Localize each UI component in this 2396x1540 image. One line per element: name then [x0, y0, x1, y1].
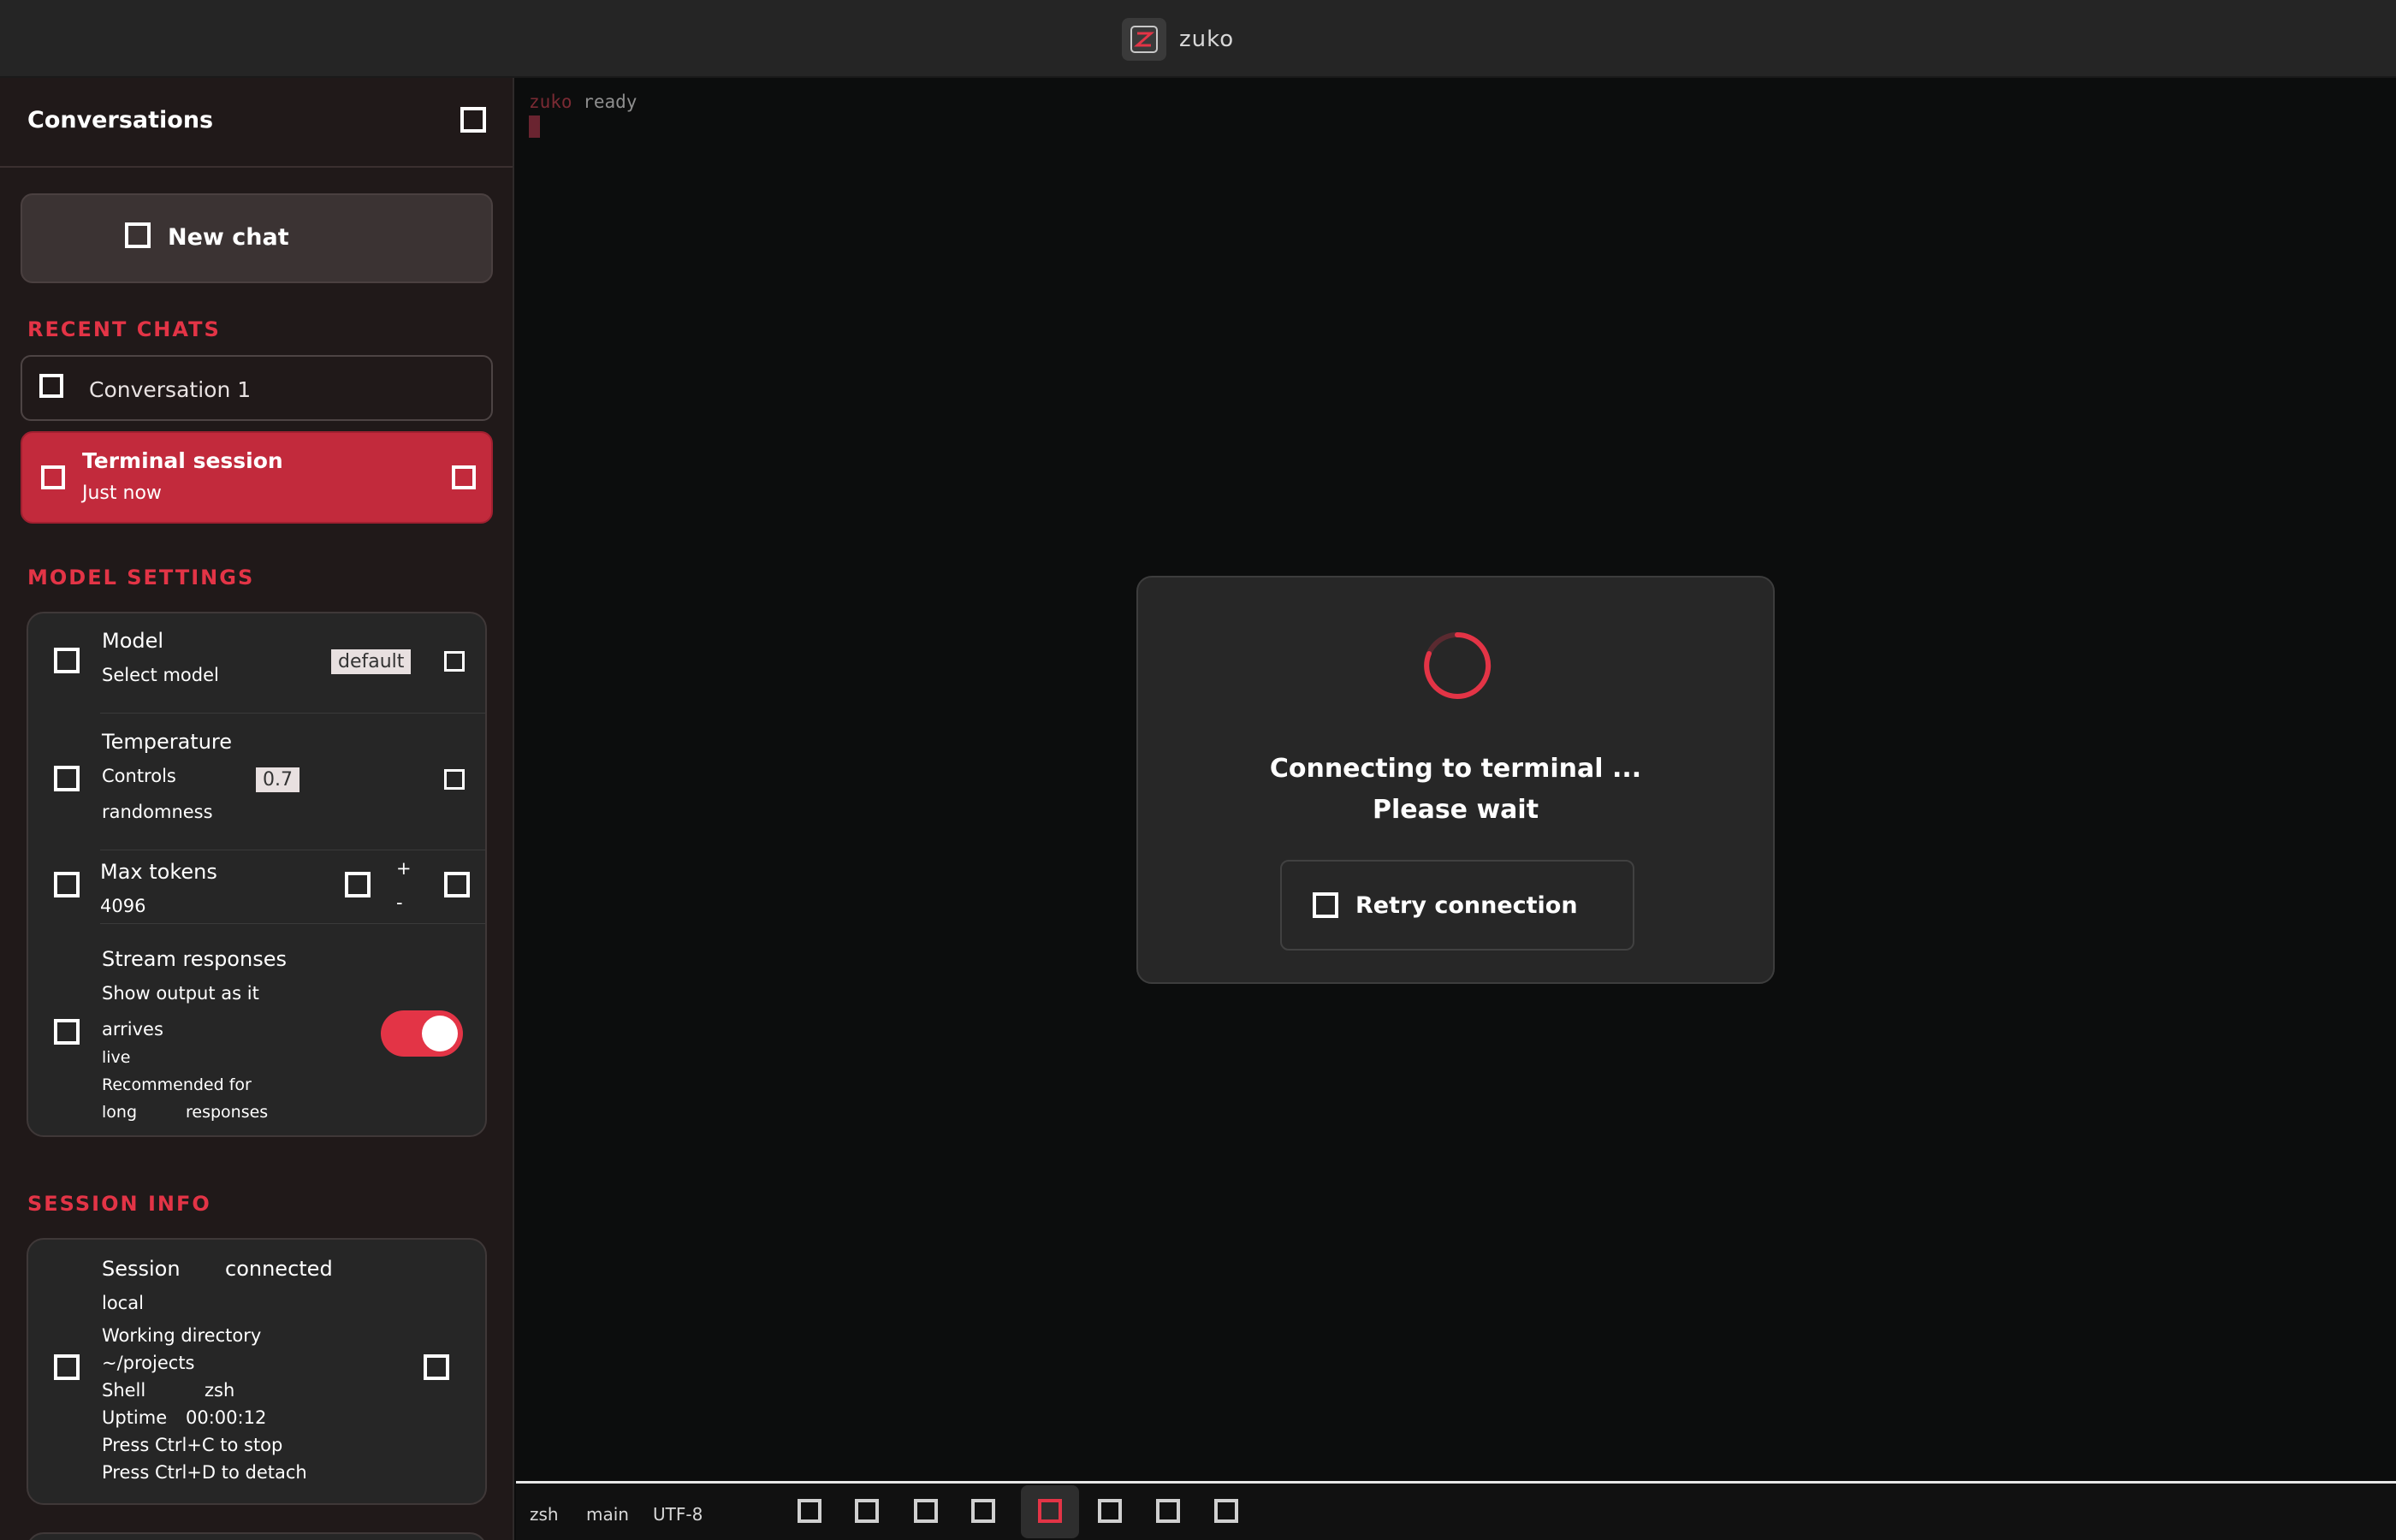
- modal-message-text: Connecting to terminal: [1269, 754, 1604, 784]
- conversation-title: Terminal session: [82, 448, 283, 473]
- plus-icon: [125, 222, 151, 248]
- copy-icon[interactable]: [424, 1354, 449, 1380]
- status-bar: zsh main UTF-8: [516, 1481, 2396, 1540]
- model-label: Model: [102, 629, 164, 653]
- model-description: Select model: [102, 665, 219, 685]
- stream-desc-1: Show output as it: [102, 983, 259, 1004]
- session-line: zsh: [205, 1380, 235, 1401]
- max-tokens-label: Max tokens: [100, 860, 217, 884]
- terminal-icon: [41, 465, 65, 489]
- terminal-cursor: [529, 116, 540, 138]
- stream-desc-3: live: [102, 1048, 131, 1067]
- session-line: local: [102, 1293, 144, 1313]
- stream-desc-2: arrives: [102, 1019, 163, 1040]
- temperature-input[interactable]: 0.7: [256, 767, 300, 792]
- plus-icon[interactable]: [444, 872, 470, 897]
- more-panel: [27, 1532, 487, 1540]
- collapse-icon[interactable]: [460, 107, 486, 133]
- app-title: zuko: [1179, 27, 1235, 52]
- max-tokens-value: 4096: [100, 896, 146, 916]
- info-icon[interactable]: [1214, 1499, 1238, 1523]
- split-icon[interactable]: [798, 1499, 821, 1523]
- session-panel: Session connected local Working director…: [27, 1238, 487, 1505]
- stream-toggle[interactable]: [381, 1010, 463, 1057]
- title-bar: zuko: [0, 0, 2396, 78]
- recent-section-label: RECENT CHATS: [27, 317, 221, 341]
- stream-desc-6: responses: [186, 1103, 269, 1122]
- session-section-label: SESSION INFO: [27, 1192, 211, 1216]
- search-icon[interactable]: [971, 1499, 995, 1523]
- status-encoding: UTF-8: [653, 1504, 703, 1525]
- session-line: Shell: [102, 1380, 146, 1401]
- new-chat-button[interactable]: New chat: [21, 193, 493, 283]
- tokens-icon: [54, 872, 80, 897]
- conversation-subtitle: Just now: [82, 483, 162, 504]
- settings-panel: Model Select model default Temperature C…: [27, 612, 487, 1137]
- minus-icon[interactable]: [345, 872, 371, 897]
- toggle-knob: [422, 1016, 458, 1051]
- stream-icon: [54, 1019, 80, 1045]
- chat-icon: [39, 374, 63, 398]
- chevron-down-icon[interactable]: [444, 651, 465, 672]
- status-shell: zsh: [530, 1504, 559, 1525]
- info-icon: [54, 1354, 80, 1380]
- model-icon: [54, 648, 80, 673]
- modal-submessage: Please wait: [1372, 795, 1539, 825]
- terminal-prompt: zuko: [529, 92, 572, 112]
- terminal-line: zuko ready: [529, 92, 637, 112]
- temperature-label: Temperature: [102, 730, 233, 754]
- paste-icon[interactable]: [914, 1499, 938, 1523]
- conversation-title: Conversation 1: [89, 377, 252, 402]
- session-line: connected: [225, 1257, 333, 1281]
- stepper-down[interactable]: -: [396, 892, 403, 913]
- share-icon[interactable]: [1156, 1499, 1180, 1523]
- record-icon[interactable]: [1038, 1499, 1062, 1523]
- retry-button-label: Retry connection: [1355, 892, 1578, 919]
- refresh-icon: [1313, 892, 1338, 918]
- delete-icon[interactable]: [452, 465, 476, 489]
- session-line: Uptime: [102, 1407, 168, 1428]
- session-line: 00:00:12: [186, 1407, 267, 1428]
- app-logo-icon[interactable]: [1122, 18, 1166, 61]
- new-chat-label: New chat: [168, 224, 289, 251]
- stream-desc-4: Recommended for: [102, 1075, 252, 1094]
- stepper-up[interactable]: +: [396, 858, 412, 879]
- session-line: Session: [102, 1257, 181, 1281]
- status-branch: main: [586, 1504, 629, 1525]
- sidebar: Conversations New chat RECENT CHATS Conv…: [0, 78, 514, 1540]
- connection-modal: Connecting to terminal ... Please wait R…: [1136, 576, 1775, 984]
- chevron-down-icon[interactable]: [444, 769, 465, 790]
- modal-message: Connecting to terminal ...: [1138, 754, 1773, 784]
- retry-button[interactable]: Retry connection: [1280, 860, 1634, 951]
- sidebar-header: Conversations: [0, 78, 513, 168]
- copy-icon[interactable]: [855, 1499, 879, 1523]
- settings-section-label: MODEL SETTINGS: [27, 566, 255, 589]
- temperature-desc-1: Controls: [102, 766, 176, 786]
- modal-message-tail: ...: [1611, 754, 1642, 784]
- stream-label: Stream responses: [102, 947, 287, 971]
- session-line: ~/projects: [102, 1353, 195, 1373]
- model-select[interactable]: default: [331, 649, 412, 674]
- stream-desc-5: long: [102, 1103, 138, 1122]
- terminal-status: ready: [583, 92, 638, 112]
- conversation-item[interactable]: Conversation 1: [21, 355, 493, 421]
- temperature-icon: [54, 766, 80, 791]
- sidebar-title: Conversations: [27, 107, 214, 133]
- conversation-item-active[interactable]: Terminal session Just now: [21, 431, 493, 524]
- session-line: Press Ctrl+D to detach: [102, 1462, 307, 1483]
- session-line: Press Ctrl+C to stop: [102, 1435, 283, 1455]
- settings-icon[interactable]: [1098, 1499, 1122, 1523]
- session-line: Working directory: [102, 1325, 262, 1346]
- loading-spinner-icon: [1424, 631, 1492, 699]
- temperature-desc-2: randomness: [102, 802, 213, 822]
